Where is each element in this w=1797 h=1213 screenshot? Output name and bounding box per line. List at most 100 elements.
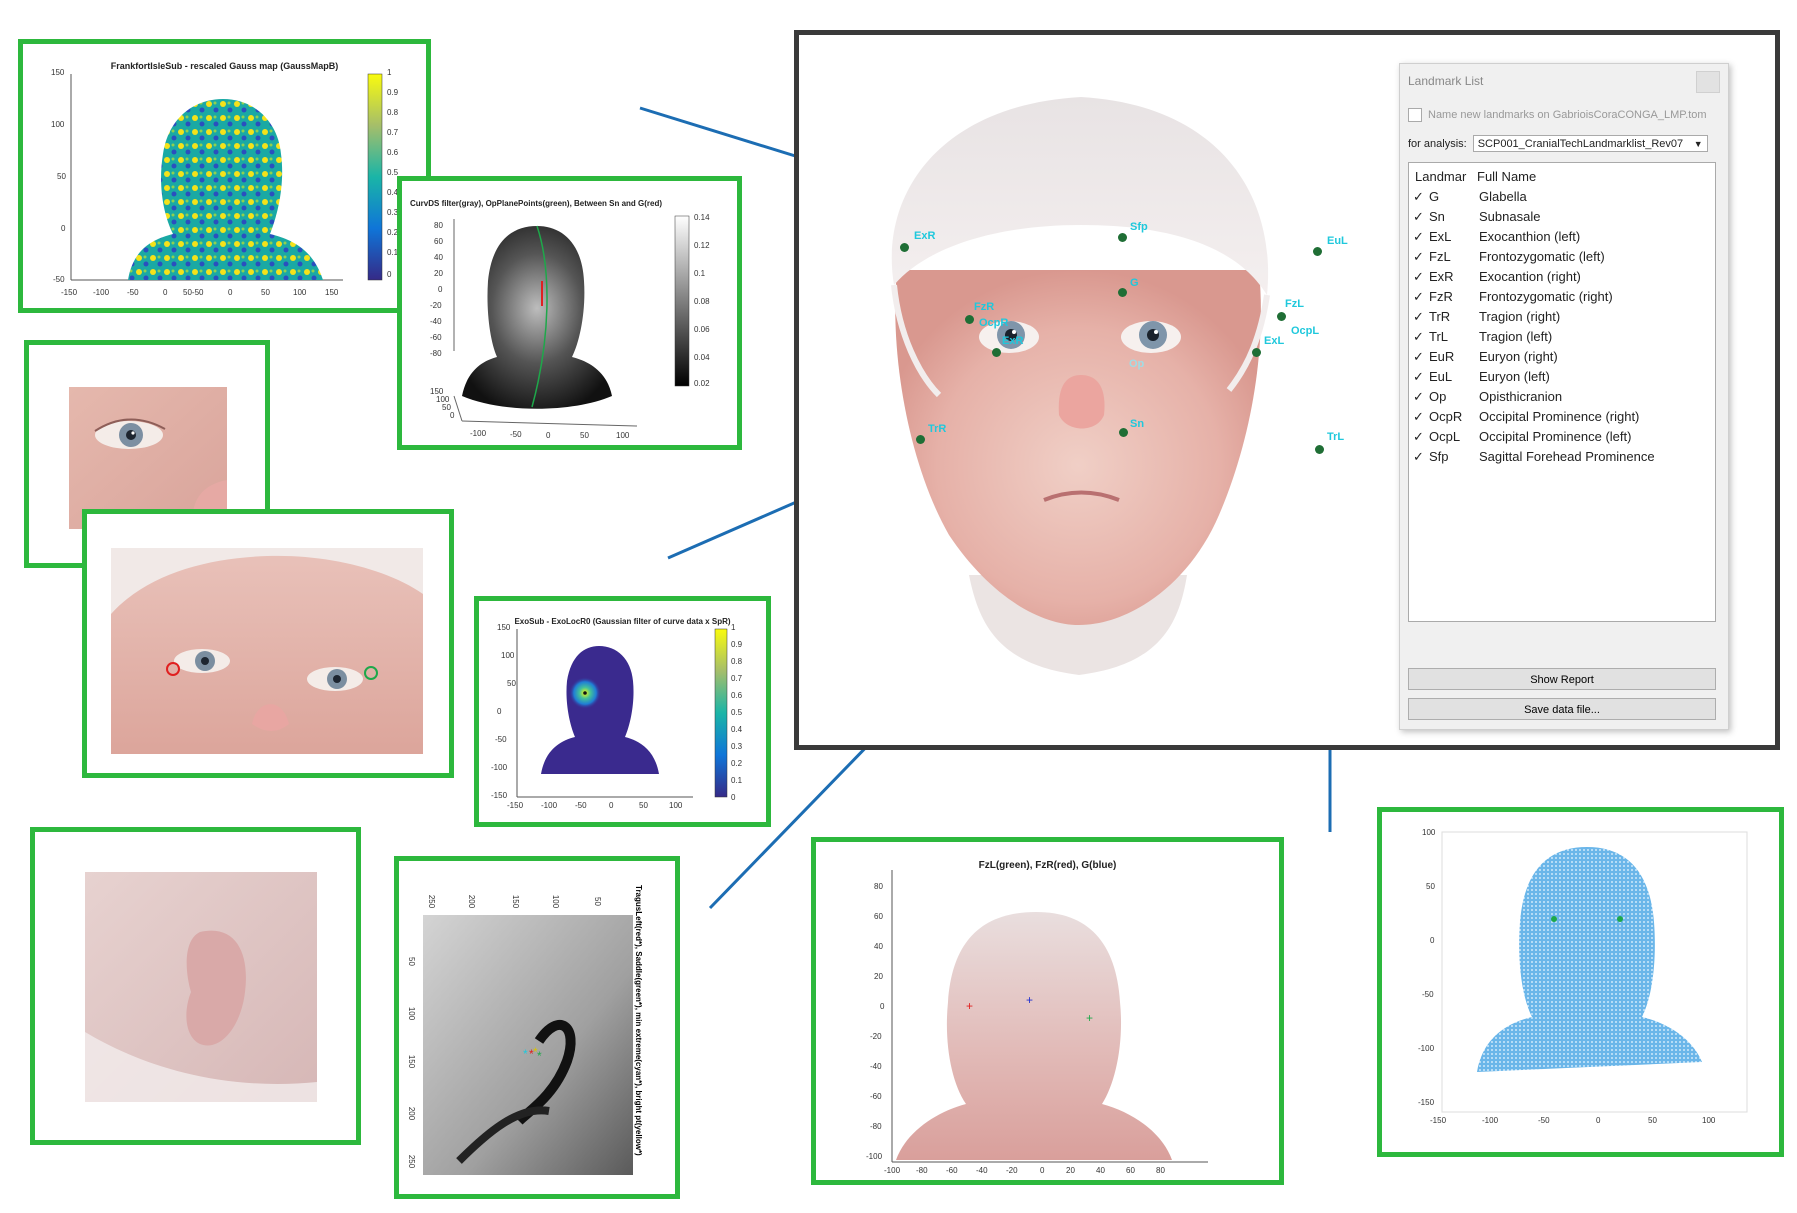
- landmark-dot-exr[interactable]: [992, 348, 1001, 357]
- landmark-list-dialog: Landmark List Name new landmarks on Gabr…: [1399, 63, 1729, 730]
- exosub-ytick: 50: [507, 679, 516, 688]
- gauss-xtick: 150: [325, 288, 339, 297]
- check-icon: ✓: [1413, 289, 1424, 304]
- exosub-xtick: -150: [507, 801, 524, 810]
- gauss-ytick: 50: [57, 172, 66, 181]
- curvds-ztick: 80: [434, 221, 443, 230]
- fz-marker-red: +: [966, 999, 973, 1013]
- analysis-select[interactable]: SCP001_CranialTechLandmarklist_Rev07 ▼: [1472, 135, 1708, 152]
- gauss-cbar-tick: 0.7: [387, 128, 399, 137]
- point-cloud-plot: [1441, 831, 1748, 1113]
- cloud-xtick: -50: [1538, 1116, 1550, 1125]
- baby-head-3d-model[interactable]: [799, 35, 1399, 735]
- landmark-label-op: Op: [1129, 358, 1145, 370]
- fz-ytick: 0: [880, 1002, 885, 1011]
- gauss-ytick: -50: [53, 275, 65, 284]
- landmark-full-name: Exocanthion (left): [1479, 229, 1581, 244]
- exosub-cbar-tick: 1: [731, 623, 736, 632]
- cloud-xtick: 50: [1648, 1116, 1657, 1125]
- gauss-head-shape: [128, 99, 323, 280]
- check-icon: ✓: [1413, 189, 1424, 204]
- landmark-label-ocpr: OcpR: [979, 317, 1009, 329]
- exosub-xtick: 100: [669, 801, 683, 810]
- landmark-dot-fzl[interactable]: [1277, 312, 1286, 321]
- curvds-ztick: -80: [430, 349, 442, 358]
- tragus-top-tick: 150: [511, 894, 521, 909]
- exosub-colorbar: [714, 628, 728, 798]
- gauss-cbar-tick: 0.9: [387, 88, 399, 97]
- curvds-ztick: 60: [434, 237, 443, 246]
- tragus-top-tick: 200: [467, 894, 477, 909]
- check-icon: ✓: [1413, 389, 1424, 404]
- exosub-plot: [516, 628, 728, 798]
- landmark-dot-trr[interactable]: [916, 435, 925, 444]
- landmark-dot-sfp[interactable]: [1118, 233, 1127, 242]
- check-icon: ✓: [1413, 329, 1424, 344]
- gauss-xtick: 0: [228, 288, 233, 297]
- gauss-xtick: -50: [127, 288, 139, 297]
- eyes-markers-photo: [111, 548, 423, 754]
- fz-xtick: -100: [884, 1166, 901, 1175]
- gauss-xtick: 100: [293, 288, 307, 297]
- tragus-star-green: *: [537, 1049, 542, 1063]
- landmark-dot-sn[interactable]: [1119, 428, 1128, 437]
- landmark-full-name: Occipital Prominence (left): [1479, 429, 1632, 444]
- analysis-select-value: SCP001_CranialTechLandmarklist_Rev07: [1477, 138, 1684, 150]
- exosub-cbar-tick: 0.7: [731, 674, 743, 683]
- landmark-full-name: Subnasale: [1479, 209, 1541, 224]
- landmark-dot-trl[interactable]: [1315, 445, 1324, 454]
- tragus-left-tick: 100: [407, 1006, 417, 1021]
- landmark-abbrev: FzL: [1429, 249, 1451, 264]
- exosub-ytick: 150: [497, 623, 511, 632]
- gauss-map-plot: [70, 73, 383, 281]
- close-button[interactable]: [1696, 71, 1720, 93]
- landmark-full-name: Occipital Prominence (right): [1479, 409, 1640, 424]
- landmark-full-name: Tragion (right): [1479, 309, 1561, 324]
- landmark-abbrev: Sn: [1429, 209, 1445, 224]
- fz-xtick: -80: [916, 1166, 928, 1175]
- check-icon: ✓: [1413, 309, 1424, 324]
- landmark-full-name: Frontozygomatic (left): [1479, 249, 1605, 264]
- save-data-file-button[interactable]: Save data file...: [1408, 698, 1716, 720]
- exosub-cbar-tick: 0.4: [731, 725, 743, 734]
- tragus-left-tick: 150: [407, 1054, 417, 1069]
- landmark-viewer-window: Sfp ExR EuL G FzR OcpR FzL OcpL ExR ExL …: [794, 30, 1780, 750]
- column-header-landmark[interactable]: Landmar: [1415, 169, 1475, 184]
- check-icon: ✓: [1413, 249, 1424, 264]
- landmark-label-sfp: Sfp: [1130, 221, 1148, 233]
- name-new-landmarks-checkbox[interactable]: [1408, 108, 1422, 122]
- landmark-dot-eur[interactable]: [900, 243, 909, 252]
- landmark-dot-eul[interactable]: [1313, 247, 1322, 256]
- exosub-ytick: -150: [491, 791, 508, 800]
- name-new-landmarks-label: Name new landmarks on GabrioisCoraCONGA_…: [1428, 109, 1707, 121]
- exosub-ytick: 0: [497, 707, 502, 716]
- fz-ytick: 60: [874, 912, 883, 921]
- landmark-abbrev: OcpR: [1429, 409, 1463, 424]
- landmark-list[interactable]: Landmar Full Name ✓ G Glabella ✓ Sn Subnasal…: [1408, 162, 1716, 622]
- fz-xtick: 60: [1126, 1166, 1135, 1175]
- exosub-cbar-tick: 0.9: [731, 640, 743, 649]
- landmark-dot-exl[interactable]: [1252, 348, 1261, 357]
- landmark-dot-fzr[interactable]: [965, 315, 974, 324]
- fz-ytick: 20: [874, 972, 883, 981]
- name-new-landmarks-row[interactable]: Name new landmarks on GabrioisCoraCONGA_…: [1408, 108, 1707, 122]
- curvds-ztick: 20: [434, 269, 443, 278]
- fz-xtick: 20: [1066, 1166, 1075, 1175]
- show-report-button[interactable]: Show Report: [1408, 668, 1716, 690]
- landmark-abbrev: EuL: [1429, 369, 1453, 384]
- check-icon: ✓: [1413, 269, 1424, 284]
- face-shape: [895, 270, 1261, 625]
- cloud-xtick: -150: [1430, 1116, 1447, 1125]
- landmark-dot-g[interactable]: [1118, 288, 1127, 297]
- curvds-cbar-tick: 0.1: [694, 269, 706, 278]
- landmark-label-trl: TrL: [1327, 431, 1345, 443]
- curvds-cbar-tick: 0.06: [694, 325, 710, 334]
- column-header-full-name[interactable]: Full Name: [1477, 169, 1536, 184]
- ear-photo: [85, 872, 317, 1102]
- gauss-colorbar: [367, 73, 383, 281]
- tragus-left-tick: 250: [407, 1154, 417, 1169]
- landmark-label-ocpl: OcpL: [1291, 325, 1320, 337]
- check-icon: ✓: [1413, 369, 1424, 384]
- exosub-head-shape: [541, 646, 659, 774]
- landmark-abbrev: ExL: [1429, 229, 1452, 244]
